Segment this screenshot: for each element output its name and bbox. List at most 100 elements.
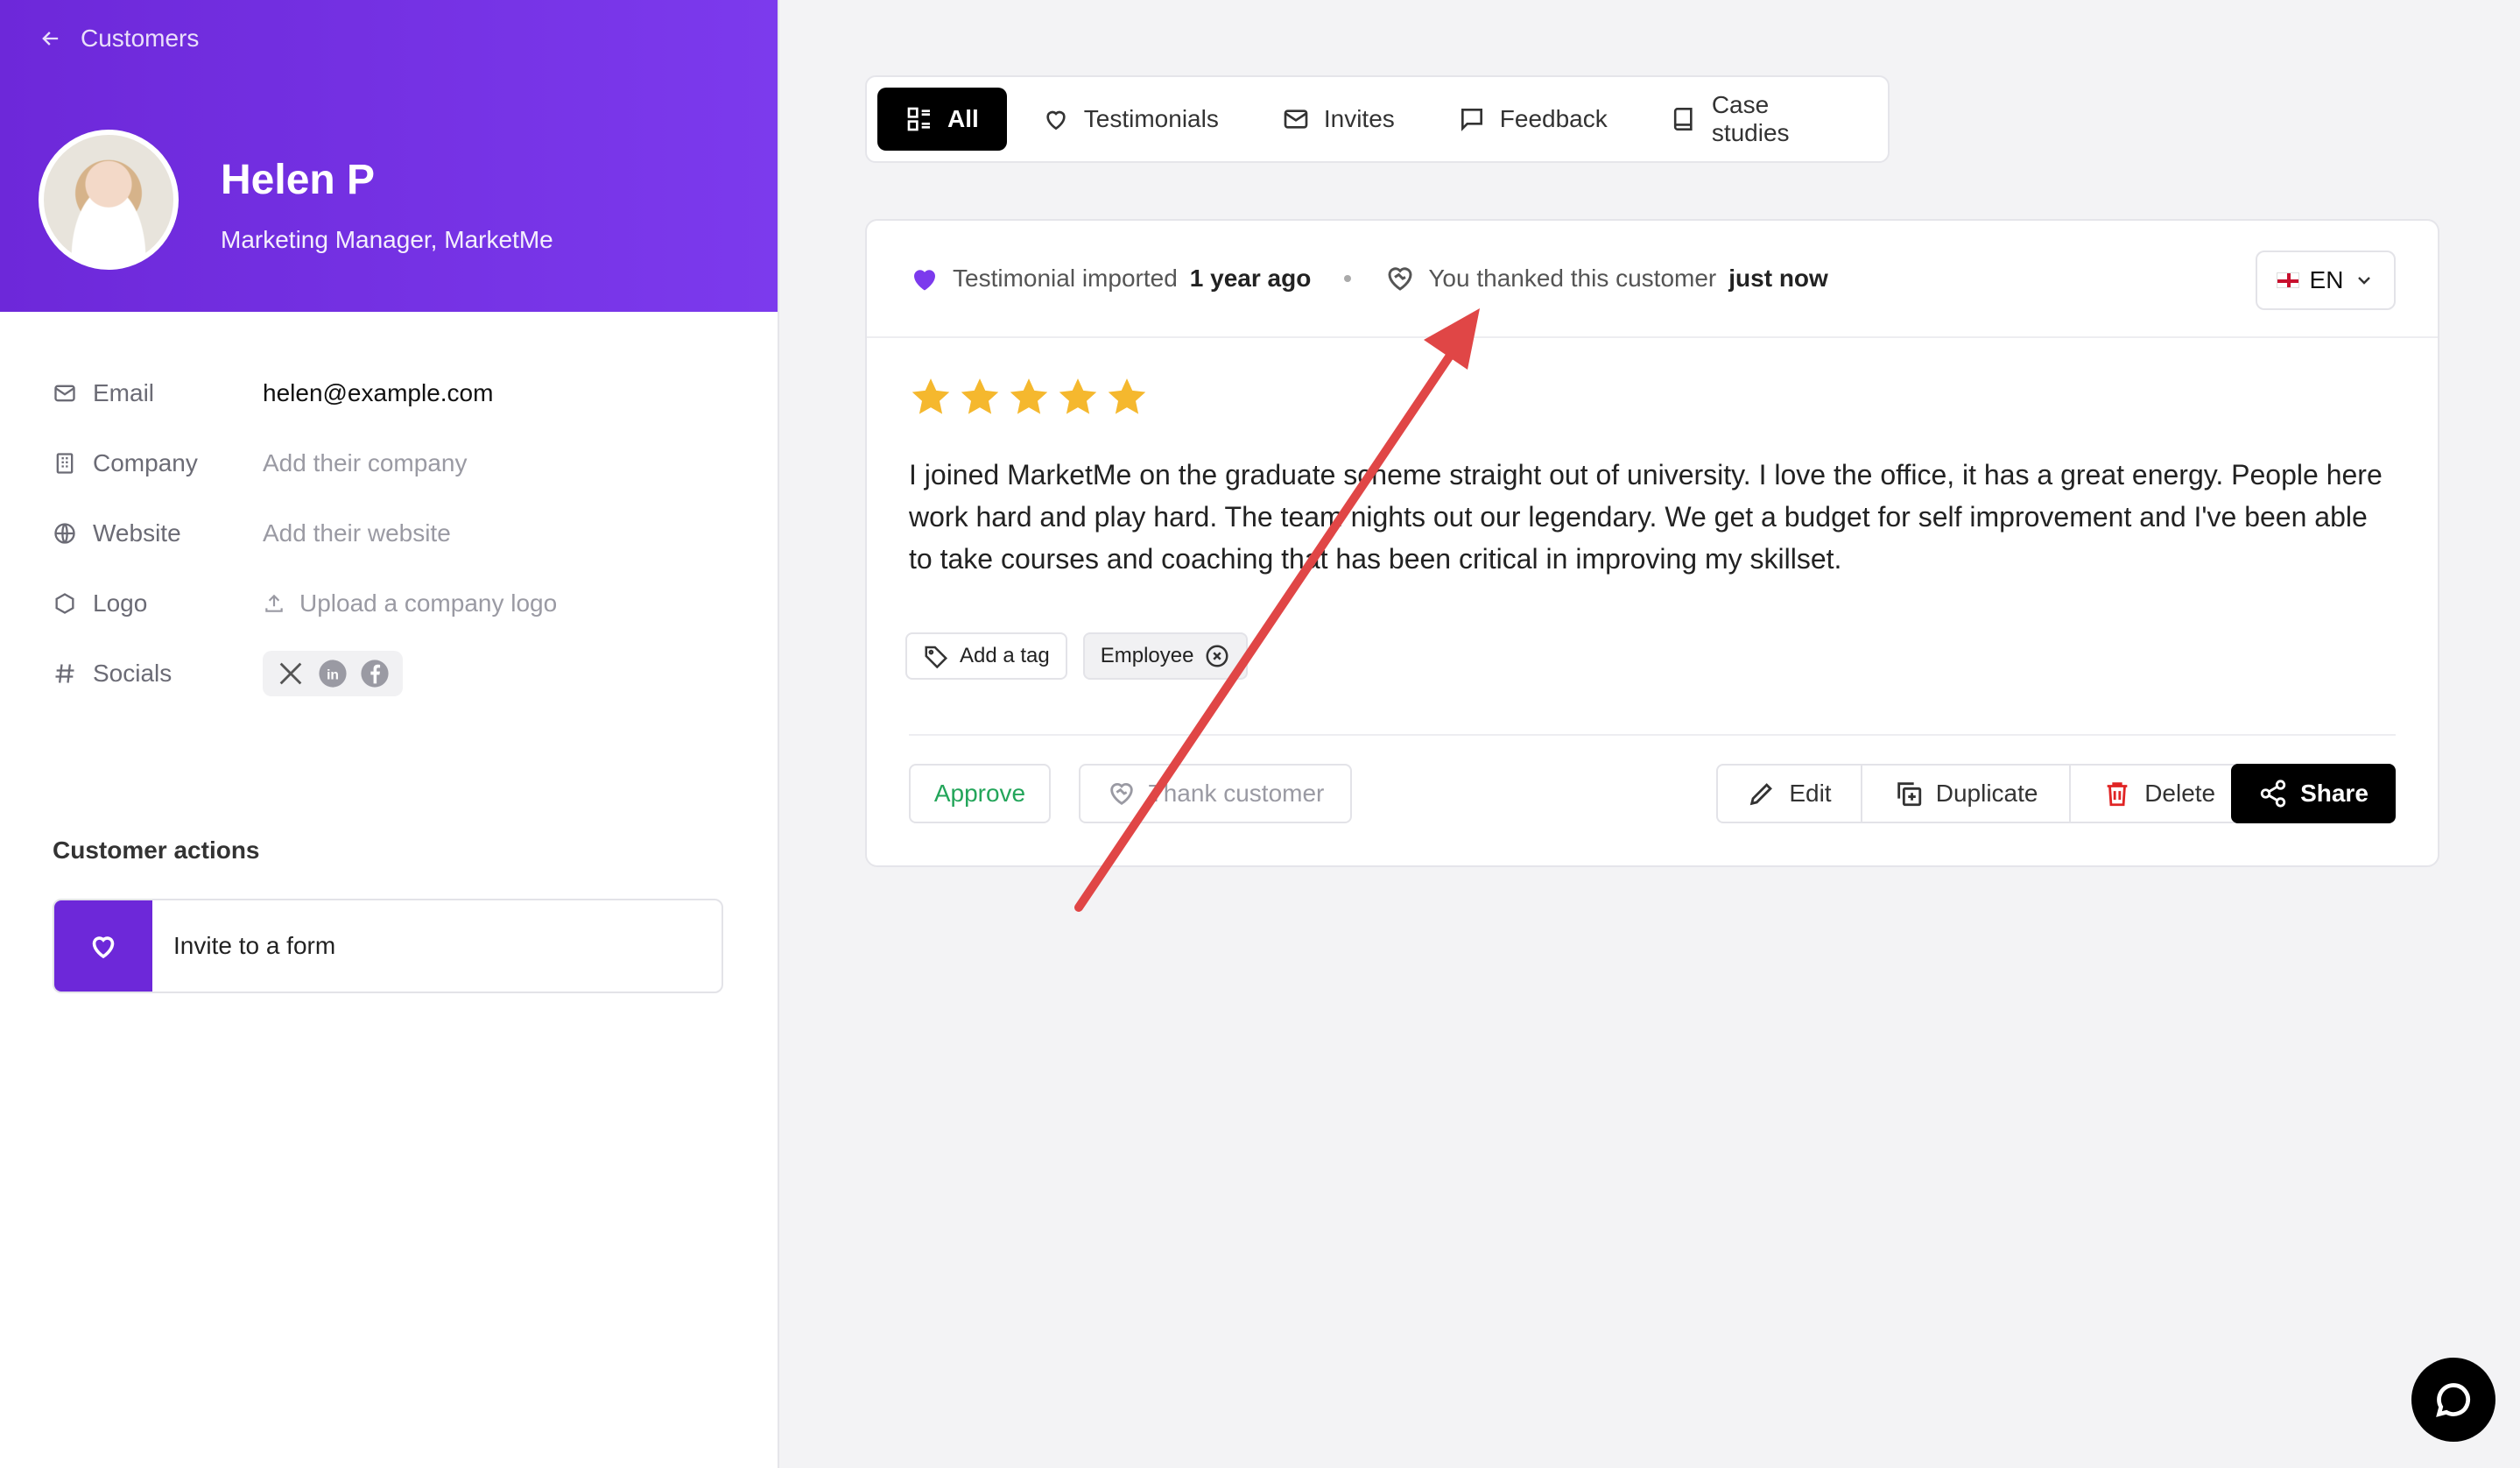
facebook-icon[interactable] [359, 658, 391, 689]
mail-icon [54, 385, 75, 402]
website-label: Website [93, 519, 181, 547]
tab-case-studies[interactable]: Case studies [1643, 88, 1877, 151]
upload-logo-label: Upload a company logo [299, 589, 558, 617]
socials-group: in [263, 651, 403, 696]
globe-icon [54, 523, 75, 544]
tab-invites[interactable]: Invites [1254, 88, 1423, 151]
heart-icon [92, 936, 115, 959]
tab-all[interactable]: All [877, 88, 1007, 151]
linkedin-icon[interactable]: in [317, 658, 348, 689]
chat-launcher-button[interactable] [2411, 1358, 2495, 1442]
imported-label: Testimonial imported [953, 265, 1178, 292]
logo-label: Logo [93, 589, 148, 617]
testimonial-card: Testimonial imported 1 year ago You than… [865, 219, 2439, 867]
heart-handshake-icon [1388, 267, 1412, 291]
mail-icon [1284, 109, 1308, 129]
purple-heart-icon [914, 270, 935, 291]
company-field[interactable]: Add their company [263, 449, 467, 477]
website-field[interactable]: Add their website [263, 519, 451, 547]
tab-feedback-label: Feedback [1499, 105, 1608, 132]
svg-text:in: in [327, 667, 339, 682]
invite-to-form-label: Invite to a form [173, 932, 336, 959]
pencil-icon [1750, 783, 1773, 806]
detail-socials: Socials in [53, 651, 403, 696]
meta-separator [1344, 275, 1352, 282]
tab-testimonials-label: Testimonials [1083, 105, 1219, 132]
detail-website: Website Add their website [53, 514, 451, 553]
testimonial-text: I joined MarketMe on the graduate scheme… [909, 459, 2383, 575]
tag-employee: Employee [1082, 632, 1249, 680]
language-value: EN [2309, 266, 2344, 293]
back-to-customers-link[interactable]: Customers [39, 25, 199, 53]
tab-invites-label: Invites [1323, 105, 1395, 132]
share-label: Share [2300, 780, 2369, 807]
tab-testimonials[interactable]: Testimonials [1014, 88, 1247, 151]
duplicate-label: Duplicate [1935, 780, 2038, 807]
language-select[interactable]: EN [2256, 251, 2396, 310]
tag-employee-label: Employee [1100, 644, 1194, 667]
back-link-label: Customers [81, 25, 200, 52]
building-icon [56, 453, 74, 474]
duplicate-button[interactable]: Duplicate [1862, 766, 2072, 822]
heart-icon [1046, 110, 1066, 131]
english-flag-icon [2276, 272, 2299, 288]
tag-list: Add a tag Employee [905, 632, 1249, 680]
x-icon[interactable] [275, 658, 306, 689]
delete-button[interactable]: Delete [2071, 766, 2247, 822]
customer-actions-title: Customer actions [53, 836, 260, 864]
imported-time: 1 year ago [1189, 265, 1312, 292]
star-icon [961, 378, 999, 414]
hash-icon [55, 664, 74, 683]
chat-bubble-icon [2436, 1383, 2471, 1417]
trash-icon [2107, 782, 2128, 807]
thank-customer-button[interactable]: Thank customer [1079, 764, 1352, 823]
heart-handshake-icon [1109, 783, 1133, 806]
star-icon [1010, 378, 1048, 414]
customer-sidebar: Customers Helen P Marketing Manager, Mar… [0, 0, 779, 1468]
thank-customer-label: Thank customer [1148, 780, 1325, 807]
avatar [39, 130, 179, 270]
grid-icon [907, 107, 930, 131]
share-icon [2260, 780, 2286, 808]
testimonial-actions: Approve Thank customer Edit Duplicate De… [909, 764, 2396, 823]
duplicate-icon [1897, 782, 1921, 807]
book-icon [1673, 108, 1693, 131]
detail-logo: Logo Upload a company logo [53, 584, 557, 623]
add-tag-label: Add a tag [960, 644, 1050, 667]
tab-feedback[interactable]: Feedback [1430, 88, 1636, 151]
tag-icon [925, 646, 948, 669]
edit-button[interactable]: Edit [1718, 766, 1862, 822]
hexagon-icon [55, 593, 74, 614]
email-value[interactable]: helen@example.com [263, 379, 493, 407]
approve-button[interactable]: Approve [909, 764, 1051, 823]
socials-label: Socials [93, 660, 172, 687]
testimonial-meta: Testimonial imported 1 year ago You than… [867, 221, 2438, 338]
chevron-down-icon [2358, 277, 2371, 285]
company-label: Company [93, 449, 198, 476]
add-tag-button[interactable]: Add a tag [905, 632, 1067, 680]
detail-company: Company Add their company [53, 444, 467, 483]
share-button[interactable]: Share [2231, 764, 2396, 823]
thanked-label: You thanked this customer [1428, 265, 1717, 292]
filter-tabs: All Testimonials Invites Feedback Case s… [865, 75, 1890, 163]
message-icon [1461, 109, 1482, 131]
star-icon [1108, 378, 1146, 414]
upload-logo-button[interactable]: Upload a company logo [263, 589, 557, 618]
edit-label: Edit [1789, 780, 1832, 807]
invite-to-form-button[interactable]: Invite to a form [53, 899, 723, 993]
arrow-left-icon [42, 32, 59, 46]
profile-header: Customers Helen P Marketing Manager, Mar… [0, 0, 778, 312]
edit-actions-group: Edit Duplicate Delete [1716, 764, 2249, 823]
delete-label: Delete [2144, 780, 2216, 807]
tab-all-label: All [947, 105, 979, 132]
card-divider [909, 734, 2396, 736]
thanked-time: just now [1728, 265, 1828, 292]
customer-role: Marketing Manager, MarketMe [221, 226, 553, 253]
customer-name: Helen P [221, 157, 376, 203]
upload-icon [265, 594, 283, 612]
star-rating [909, 375, 1149, 419]
remove-tag-icon[interactable] [1204, 643, 1230, 669]
star-icon [1059, 378, 1097, 414]
star-icon [912, 378, 950, 414]
email-label: Email [93, 379, 155, 406]
